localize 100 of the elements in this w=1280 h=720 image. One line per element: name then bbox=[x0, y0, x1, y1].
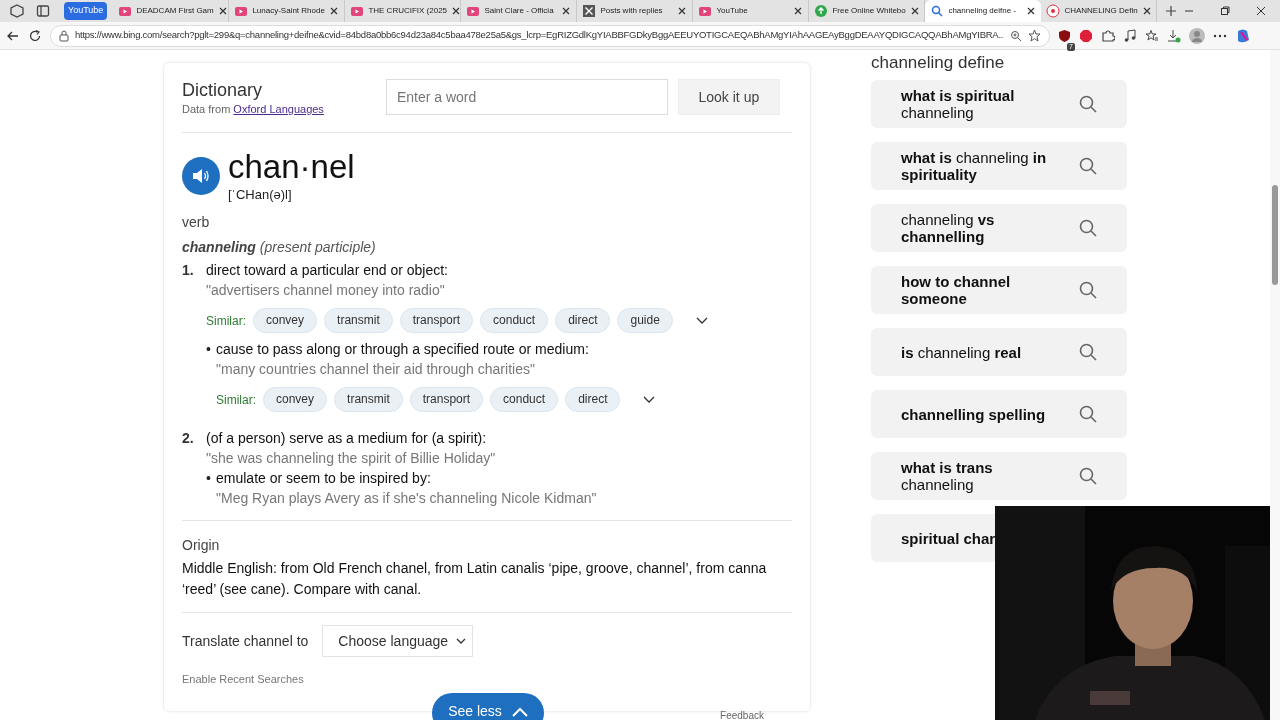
example-quote: "many countries channel their aid through charities" bbox=[216, 360, 536, 379]
related-search-item[interactable]: channelling spelling bbox=[871, 390, 1127, 438]
synonym-chip[interactable]: transport bbox=[399, 308, 474, 333]
chevron-down-icon[interactable] bbox=[643, 395, 656, 404]
look-up-button[interactable]: Look it up bbox=[677, 79, 780, 115]
profile-avatar-icon[interactable] bbox=[1189, 27, 1205, 44]
sense-number: 2. bbox=[182, 429, 195, 448]
stop-sign-icon[interactable] bbox=[1079, 28, 1093, 43]
video-tab-icon bbox=[350, 4, 365, 18]
lock-icon bbox=[59, 29, 69, 42]
chevron-down-icon[interactable] bbox=[695, 316, 708, 325]
definition: emulate or seem to be inspired by: bbox=[216, 469, 432, 488]
synonym-chip[interactable]: direct bbox=[555, 308, 611, 333]
synonym-chip[interactable]: transport bbox=[409, 387, 484, 412]
example-quote: "Meg Ryan plays Avery as if she's channeling Nicole Kidman" bbox=[216, 489, 597, 508]
chevron-down-icon bbox=[456, 637, 467, 645]
shield-icon[interactable] bbox=[1058, 29, 1071, 44]
close-icon[interactable] bbox=[217, 6, 228, 16]
see-less-button[interactable]: See less bbox=[432, 693, 544, 720]
related-search-item[interactable]: how to channel someone bbox=[871, 266, 1127, 314]
video-tab-icon bbox=[466, 4, 481, 18]
speaker-button[interactable] bbox=[182, 156, 220, 195]
close-icon[interactable] bbox=[451, 6, 462, 16]
music-note-icon[interactable] bbox=[1123, 28, 1137, 43]
pronunciation: [ˈCHan(ə)l] bbox=[228, 185, 293, 204]
definition: cause to pass along or through a specified route or medium: bbox=[216, 340, 590, 359]
new-tab-icon[interactable] bbox=[1165, 5, 1178, 17]
site-tab-icon bbox=[1046, 4, 1061, 18]
scrollbar-thumb[interactable] bbox=[1272, 185, 1278, 285]
video-tab-icon bbox=[698, 4, 713, 18]
chevron-up-icon bbox=[511, 706, 528, 717]
close-icon[interactable] bbox=[1256, 6, 1266, 16]
search-icon bbox=[1079, 467, 1097, 485]
search-icon bbox=[930, 4, 945, 18]
star-icon[interactable] bbox=[1028, 29, 1041, 42]
workspaces-icon[interactable] bbox=[10, 4, 24, 18]
tab-actions-icon[interactable] bbox=[36, 4, 50, 18]
synonym-chip[interactable]: convey bbox=[253, 308, 318, 333]
sense-number: 1. bbox=[182, 261, 195, 280]
related-searches-heading: channeling define bbox=[871, 54, 1006, 72]
search-icon bbox=[1079, 95, 1097, 113]
bullet: • bbox=[206, 469, 212, 488]
feedback-link[interactable]: Feedback bbox=[720, 708, 764, 720]
definition: direct toward a particular end or object: bbox=[206, 261, 449, 280]
close-icon[interactable] bbox=[1026, 6, 1037, 16]
close-icon[interactable] bbox=[677, 6, 688, 16]
synonym-chip[interactable]: conduct bbox=[480, 308, 549, 333]
source-link[interactable]: Oxford Languages bbox=[233, 103, 324, 115]
example-quote: "advertisers channel money into radio" bbox=[206, 281, 446, 300]
scrollbar[interactable] bbox=[1270, 50, 1280, 720]
related-search-item[interactable]: spiritual char bbox=[871, 514, 995, 562]
close-icon[interactable] bbox=[1141, 6, 1152, 16]
close-icon[interactable] bbox=[909, 6, 920, 16]
video-tab-icon bbox=[118, 4, 133, 18]
video-tab-icon bbox=[234, 4, 249, 18]
related-search-item[interactable]: channeling vs channelling bbox=[871, 204, 1127, 252]
related-search-item[interactable]: what is channeling in spirituality bbox=[871, 142, 1127, 190]
translate-label: Translate channel to bbox=[182, 631, 309, 651]
search-icon bbox=[1079, 405, 1097, 423]
synonym-chip[interactable]: transmit bbox=[324, 308, 393, 333]
headword: chan·nel bbox=[228, 148, 355, 185]
word-input[interactable]: Enter a word bbox=[385, 79, 668, 115]
related-search-item[interactable]: is channeling real bbox=[871, 328, 1127, 376]
tab-group-label[interactable]: YouTube bbox=[64, 2, 108, 20]
example-quote: "she was channeling the spirit of Billie Holiday" bbox=[206, 449, 497, 468]
part-of-speech: verb bbox=[182, 213, 211, 232]
synonym-chip[interactable]: direct bbox=[565, 387, 621, 412]
close-icon[interactable] bbox=[329, 6, 340, 16]
enable-recent-searches-link[interactable]: Enable Recent Searches bbox=[182, 671, 792, 688]
synonym-chip[interactable]: convey bbox=[263, 387, 328, 412]
x-logo-icon bbox=[582, 4, 597, 18]
favorites-icon[interactable] bbox=[1145, 28, 1159, 43]
puzzle-icon[interactable] bbox=[1101, 28, 1115, 43]
download-icon[interactable] bbox=[1167, 28, 1181, 43]
origin-text: Middle English: from Old French chanel, from Latin canalis ‘pipe, groove, channel’, from canna ‘reed’ (see cane). Compare with canal. bbox=[182, 559, 768, 599]
origin-label: Origin bbox=[182, 536, 221, 555]
similar-label: Similar: bbox=[216, 391, 256, 409]
language-dropdown[interactable]: Choose language bbox=[322, 625, 474, 657]
search-icon bbox=[1079, 219, 1097, 237]
zoom-icon[interactable] bbox=[1010, 29, 1022, 42]
search-icon bbox=[1079, 343, 1097, 361]
restore-icon[interactable] bbox=[1220, 6, 1230, 16]
related-search-item[interactable]: what is spiritual channeling bbox=[871, 80, 1127, 128]
inflection: channeling (present participle) bbox=[182, 238, 377, 257]
close-icon[interactable] bbox=[561, 6, 572, 16]
definition: (of a person) serve as a medium for (a spirit): bbox=[206, 429, 488, 448]
synonym-chip[interactable]: transmit bbox=[334, 387, 403, 412]
refresh-icon[interactable] bbox=[28, 28, 42, 43]
search-icon bbox=[1079, 281, 1097, 299]
search-icon bbox=[1079, 157, 1097, 175]
related-search-item[interactable]: what is trans channeling bbox=[871, 452, 1127, 500]
speaker-icon bbox=[192, 167, 210, 184]
synonym-chip[interactable]: guide bbox=[617, 308, 673, 333]
dictionary-title: Dictionary bbox=[182, 79, 264, 101]
browser-tab[interactable]: channeling deifne - bbox=[925, 0, 1042, 22]
close-icon[interactable] bbox=[793, 6, 804, 16]
synonym-chip[interactable]: conduct bbox=[490, 387, 559, 412]
copilot-icon[interactable] bbox=[1235, 27, 1251, 44]
source-label: Data from bbox=[182, 103, 232, 115]
address-bar[interactable]: https://www.bing.com/search?pglt=299&q=channeling+deifne&cvid=84bd8a0bb6c94d23a84c5baa478e25a5&gs_lcrp=EgRIZGdlKgYIABBFGDkyBggAEEUYOTIGCAEQABhAMgYIAhAAGEAyBggDEAAYQDIGCAQQABhAMgYIBRA... bbox=[50, 24, 1050, 47]
